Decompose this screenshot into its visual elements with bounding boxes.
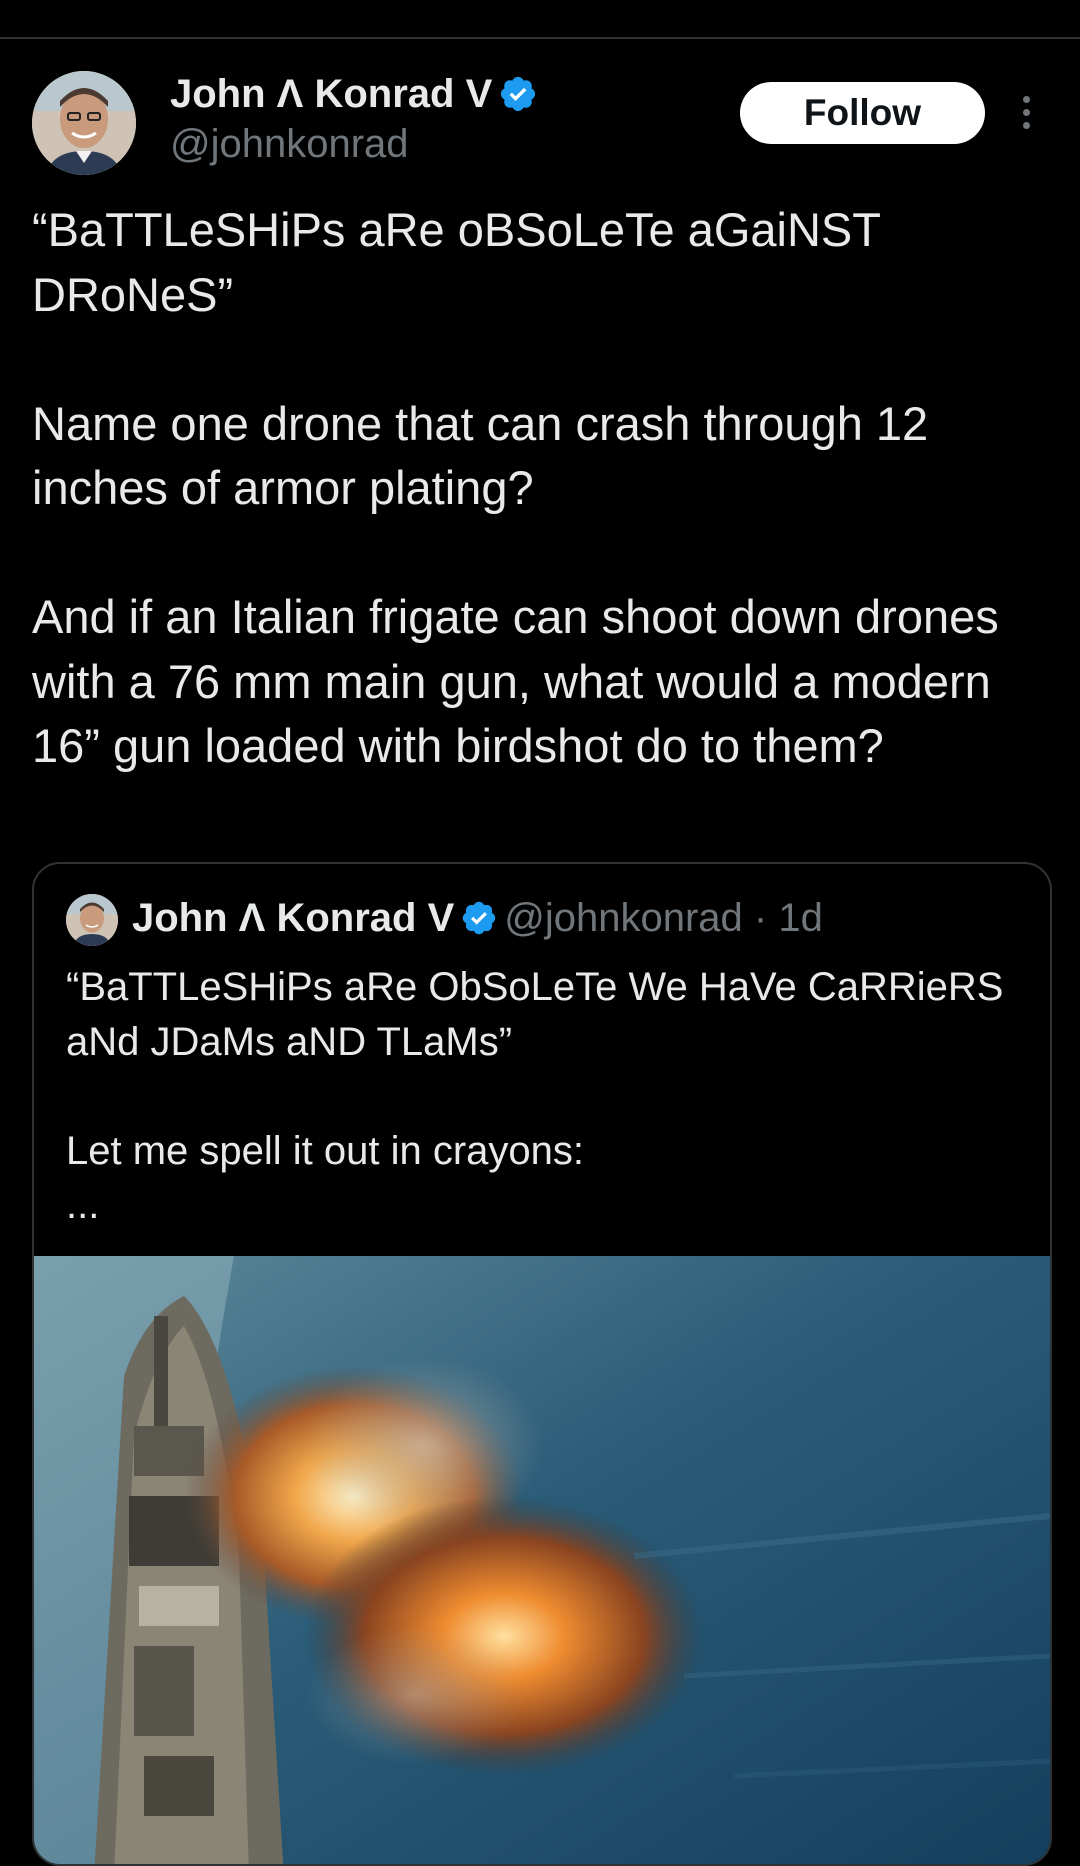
verified-badge-icon bbox=[501, 76, 536, 112]
quoted-tweet-card[interactable]: John Λ Konrad V @johnkonrad · 1d “BaTTLeS… bbox=[32, 862, 1052, 1866]
verified-badge-icon bbox=[463, 901, 496, 935]
follow-button[interactable]: Follow bbox=[740, 82, 985, 144]
quoted-author-name[interactable]: John Λ Konrad V bbox=[132, 896, 454, 940]
author-handle[interactable]: @johnkonrad bbox=[170, 122, 409, 167]
more-vertical-icon[interactable] bbox=[1012, 92, 1042, 132]
author-name-text[interactable]: John Λ Konrad V bbox=[170, 72, 492, 116]
separator-dot: · bbox=[753, 896, 768, 940]
author-avatar[interactable] bbox=[32, 71, 136, 175]
quoted-tweet-header: John Λ Konrad V @johnkonrad · 1d bbox=[132, 896, 823, 941]
tweet-text: “BaTTLeSHiPs aRe oBSoLeTe aGaiNST DRoNeS… bbox=[32, 203, 999, 772]
quoted-author-handle[interactable]: @johnkonrad bbox=[504, 896, 743, 940]
quoted-tweet-text: “BaTTLeSHiPs aRe ObSoLeTe We HaVe CaRRie… bbox=[66, 965, 1004, 1227]
battleship-firing-image[interactable] bbox=[34, 1256, 1050, 1864]
author-name[interactable]: John Λ Konrad V bbox=[170, 72, 538, 117]
top-divider bbox=[0, 37, 1080, 39]
quoted-timestamp[interactable]: 1d bbox=[778, 896, 823, 940]
quoted-author-avatar[interactable] bbox=[66, 894, 118, 946]
